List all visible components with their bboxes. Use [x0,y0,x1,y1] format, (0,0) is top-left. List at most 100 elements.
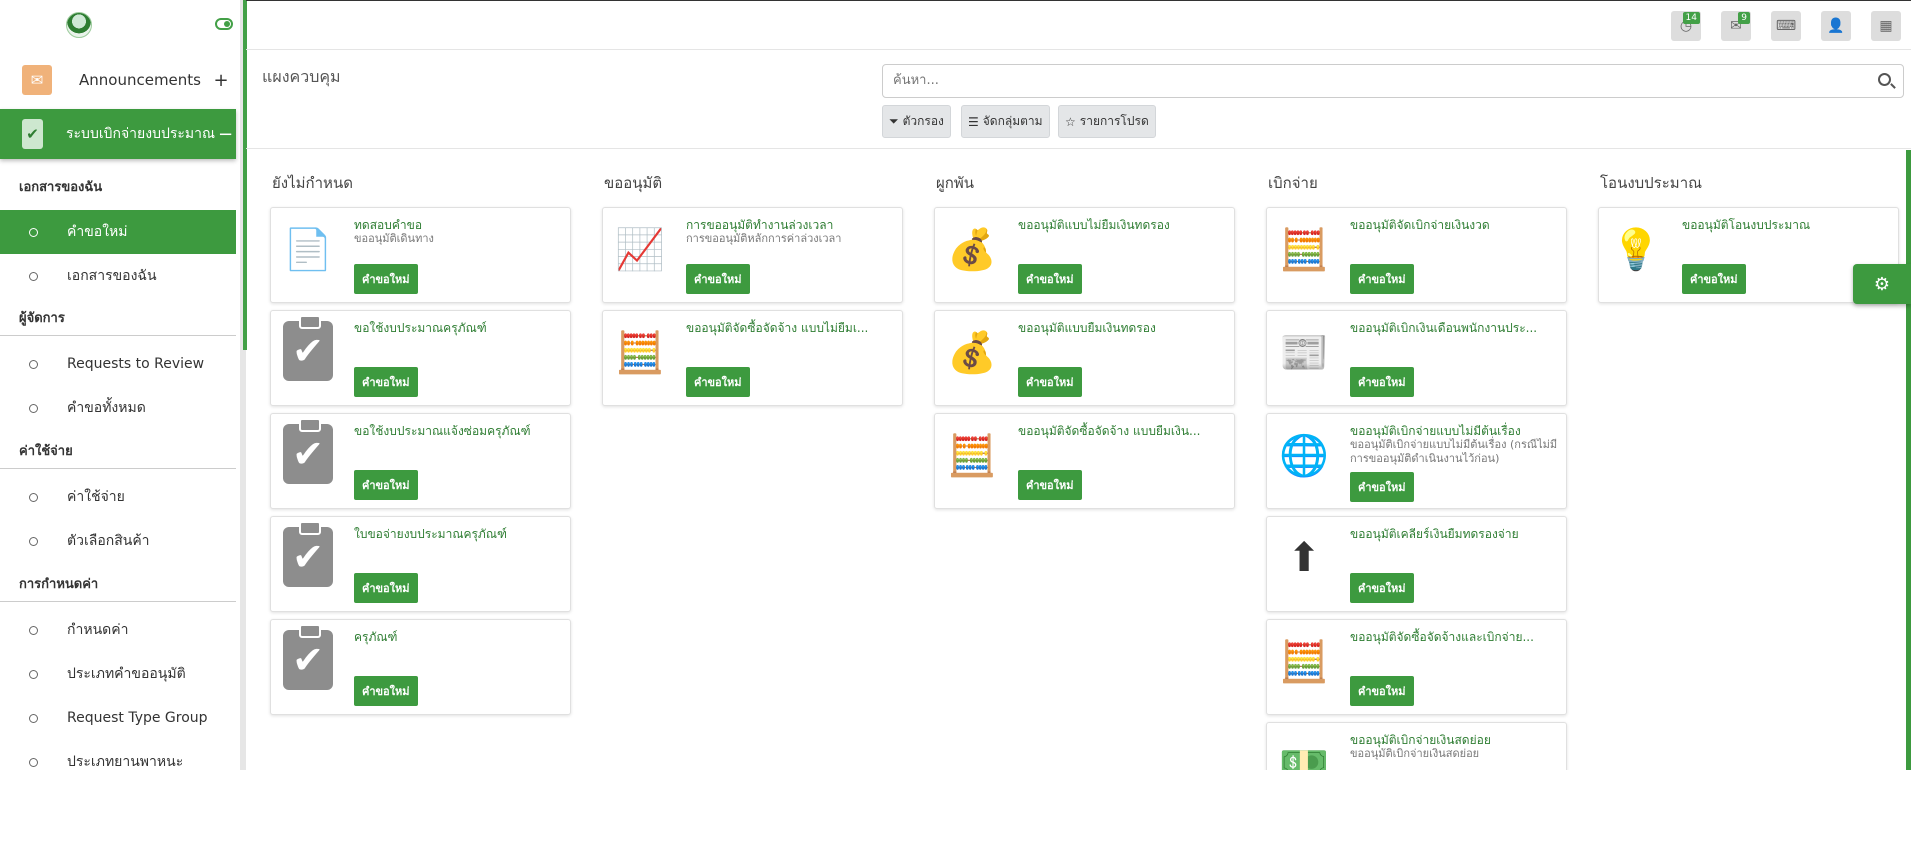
request-type-card[interactable]: ⬆ ขออนุมัติเคลียร์เงินยืมทดรองจ่าย คำขอใหม… [1266,516,1567,612]
activity-icon[interactable]: ◷ 14 [1671,11,1701,41]
nav-vehicle-types[interactable]: ประเภทยานพาหนะ [0,740,236,770]
messages-icon[interactable]: ✉ 9 [1721,11,1751,41]
avatar[interactable]: 👤 [1821,11,1851,41]
group-by-label: จัดกลุ่มตาม [982,114,1043,128]
new-request-button[interactable]: คำขอใหม่ [354,573,418,603]
new-request-button[interactable]: คำขอใหม่ [1350,472,1414,502]
nav-new-request[interactable]: คำขอใหม่ [0,210,236,254]
company-logo[interactable] [66,12,92,38]
card-title[interactable]: ขออนุมัติจัดซื้อจัดจ้าง แบบไม่ยืมเ... [686,319,894,338]
section-configuration: การกำหนดค่า [0,566,236,602]
company-switch-icon[interactable]: ▦ [1871,11,1901,41]
list-icon: ☰ [968,114,979,129]
request-type-card[interactable]: 🧮 ขออนุมัติจัดซื้อจัดจ้าง แบบยืมเงิน... คำ… [934,413,1235,509]
card-title[interactable]: ขออนุมัติเคลียร์เงินยืมทดรองจ่าย [1350,525,1558,544]
new-request-button[interactable]: คำขอใหม่ [1018,367,1082,397]
board-scrollbar[interactable] [1906,150,1911,770]
new-request-button[interactable]: คำขอใหม่ [354,264,418,294]
request-type-card[interactable]: 🌐 ขออนุมัติเบิกจ่ายแบบไม่มีต้นเรื่อง ขออนุ… [1266,413,1567,509]
bullet-icon [29,669,38,679]
card-title[interactable]: ขออนุมัติจัดซื้อจัดจ้างและเบิกจ่าย... [1350,628,1558,647]
bullet-icon [29,757,38,767]
card-title[interactable]: ขออนุมัติแบบไม่ยืมเงินทดรอง [1018,216,1226,235]
search-box[interactable] [882,64,1904,98]
kanban-board: ยังไม่กำหนด 📄 ทดสอบคำขอ ขออนุมัติเดินทาง คำข… [258,150,1911,770]
nav-label: ประเภทยานพาหนะ [67,754,184,770]
request-type-card[interactable]: 🧮 ขออนุมัติจัดซื้อจัดจ้างและเบิกจ่าย... คำ… [1266,619,1567,715]
request-type-card[interactable]: 💵 ขออนุมัติเบิกจ่ายเงินสดย่อย ขออนุมัติเบิ… [1266,722,1567,770]
chat-icon[interactable]: ⌨ [1771,11,1801,41]
expand-icon[interactable]: + [206,70,236,91]
kanban-column: เบิกจ่าย 🧮 ขออนุมัติจัดเบิกจ่ายเงินงวด คำขอ… [1254,150,1567,770]
card-title[interactable]: ขออนุมัติจัดซื้อจัดจ้าง แบบยืมเงิน... [1018,422,1226,441]
request-type-card[interactable]: 📰 ขออนุมัติเบิกเงินเดือนพนักงานประ... คำขอ… [1266,310,1567,406]
card-title[interactable]: ขอใช้งบประมาณแจ้งซ่อมครุภัณฑ์ [354,422,562,441]
request-type-card[interactable]: ✔ ครุภัณฑ์ คำขอใหม่ [270,619,571,715]
card-title[interactable]: ขอใช้งบประมาณครุภัณฑ์ [354,319,562,338]
search-icon[interactable] [1878,73,1891,86]
request-type-card[interactable]: 🧮 ขออนุมัติจัดเบิกจ่ายเงินงวด คำขอใหม่ [1266,207,1567,303]
nav-label: คำขอใหม่ [67,224,128,240]
new-request-button[interactable]: คำขอใหม่ [354,367,418,397]
card-description: การขออนุมัติหลักการค่าล่วงเวลา [686,232,842,245]
nav-all-requests[interactable]: คำขอทั้งหมด [0,386,236,430]
kanban-column: ยังไม่กำหนด 📄 ทดสอบคำขอ ขออนุมัติเดินทาง คำข… [258,150,571,715]
app-announcements[interactable]: ✉ Announcements + [0,55,236,105]
new-request-button[interactable]: คำขอใหม่ [354,676,418,706]
new-request-button[interactable]: คำขอใหม่ [686,264,750,294]
card-title[interactable]: ใบขอจ่ายงบประมาณครุภัณฑ์ [354,525,562,544]
nav-product-options[interactable]: ตัวเลือกสินค้า [0,519,236,563]
nav-my-documents[interactable]: เอกสารของฉัน [0,254,236,298]
new-request-button[interactable]: คำขอใหม่ [686,367,750,397]
new-request-button[interactable]: คำขอใหม่ [354,470,418,500]
messages-count-badge: 9 [1738,12,1750,24]
card-description: ขออนุมัติเดินทาง [354,232,434,245]
app-budget-disbursement[interactable]: ✔ ระบบเบิกจ่ายงบประมาณ − [0,109,236,159]
new-request-button[interactable]: คำขอใหม่ [1350,264,1414,294]
search-input[interactable] [893,73,1793,88]
section-manager: ผู้จัดการ [0,300,236,336]
request-type-card[interactable]: 🧮 ขออนุมัติจัดซื้อจัดจ้าง แบบไม่ยืมเ... คำ… [602,310,903,406]
nav-label: Request Type Group [67,710,208,726]
request-type-card[interactable]: ✔ ขอใช้งบประมาณแจ้งซ่อมครุภัณฑ์ คำขอใหม่ [270,413,571,509]
new-request-button[interactable]: คำขอใหม่ [1018,264,1082,294]
card-description: ขออนุมัติเบิกจ่ายเงินสดย่อย [1350,747,1480,760]
bullet-icon [29,359,38,369]
request-type-card[interactable]: 💰 ขออนุมัติแบบไม่ยืมเงินทดรอง คำขอใหม่ [934,207,1235,303]
nav-request-types[interactable]: ประเภทคำขออนุมัติ [0,652,236,696]
nav-settings[interactable]: กำหนดค่า [0,608,236,652]
favorites-button[interactable]: ☆ รายการโปรด [1058,105,1156,138]
card-title[interactable]: ขออนุมัติเบิกเงินเดือนพนักงานประ... [1350,319,1558,338]
card-title[interactable]: ครุภัณฑ์ [354,628,562,647]
bullet-icon [29,271,38,281]
card-title[interactable]: ขออนุมัติจัดเบิกจ่ายเงินงวด [1350,216,1558,235]
request-type-card[interactable]: 📄 ทดสอบคำขอ ขออนุมัติเดินทาง คำขอใหม่ [270,207,571,303]
nav-request-type-group[interactable]: Request Type Group [0,696,236,740]
card-title[interactable]: ขออนุมัติโอนงบประมาณ [1682,216,1890,235]
idea-coins-icon: 💡 [1611,226,1661,273]
page-title: แผงควบคุม [262,67,341,86]
new-request-button[interactable]: คำขอใหม่ [1018,470,1082,500]
new-request-button[interactable]: คำขอใหม่ [1350,573,1414,603]
group-by-button[interactable]: ☰ จัดกลุ่มตาม [961,105,1050,138]
request-type-card[interactable]: ✔ ใบขอจ่ายงบประมาณครุภัณฑ์ คำขอใหม่ [270,516,571,612]
card-title[interactable]: ขออนุมัติแบบยืมเงินทดรอง [1018,319,1226,338]
collapse-icon[interactable]: − [215,124,236,145]
nav-expenses[interactable]: ค่าใช้จ่าย [0,475,236,519]
document-icon: 📰 [1279,329,1329,376]
new-request-button[interactable]: คำขอใหม่ [1682,264,1746,294]
gear-icon[interactable]: ⚙ [1853,264,1911,304]
clipboard-check-icon: ✔ [283,315,333,381]
card-description: ขออนุมัติเบิกจ่ายแบบไม่มีต้นเรื่อง (กรณี… [1350,438,1558,465]
nav-requests-to-review[interactable]: Requests to Review [0,342,236,386]
request-type-card[interactable]: ✔ ขอใช้งบประมาณครุภัณฑ์คำขอใหม่ [270,310,571,406]
control-panel: แผงควบคุม ⏷ตัวกรอง ☰จัดกลุ่มตาม ☆รายการโ… [246,51,1911,149]
bullet-icon [29,536,38,546]
new-request-button[interactable]: คำขอใหม่ [1350,367,1414,397]
new-request-button[interactable]: คำขอใหม่ [1350,676,1414,706]
filters-button[interactable]: ⏷ ตัวกรอง [882,105,951,138]
request-type-card[interactable]: 📈 การขออนุมัติทำงานล่วงเวลา การขออนุมัติหล… [602,207,903,303]
toggle-icon[interactable] [215,18,233,30]
request-type-card[interactable]: 💰 ขออนุมัติแบบยืมเงินทดรอง คำขอใหม่ [934,310,1235,406]
kanban-column: ผูกพัน 💰 ขออนุมัติแบบไม่ยืมเงินทดรอง คำขอให… [922,150,1235,509]
